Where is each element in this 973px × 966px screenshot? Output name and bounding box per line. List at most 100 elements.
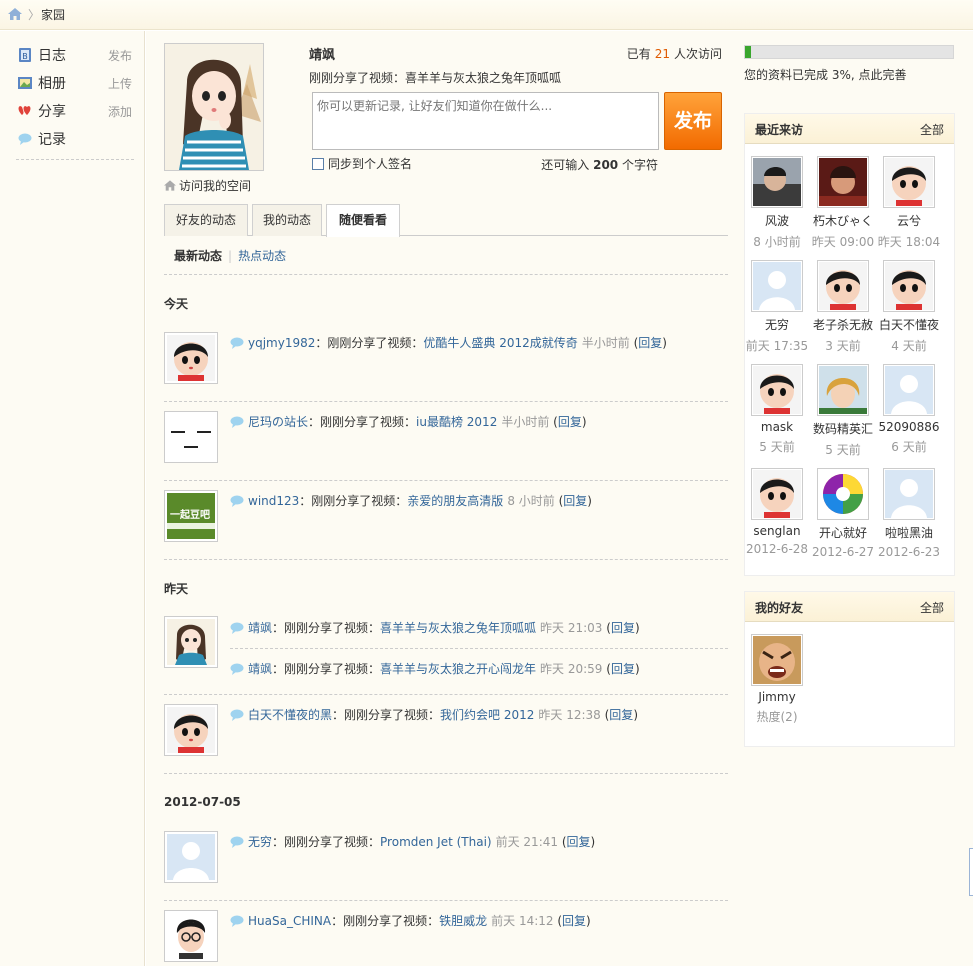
visitor-avatar[interactable] — [883, 364, 935, 416]
visitor-name[interactable]: mask — [745, 420, 809, 434]
visitor-name[interactable]: 老子杀无赦 — [811, 316, 875, 333]
subtab-hot[interactable]: 热点动态 — [238, 249, 286, 263]
visitor-name[interactable]: 云兮 — [877, 212, 941, 229]
feed-avatar[interactable] — [164, 332, 218, 384]
visitor-name[interactable]: 风波 — [745, 212, 809, 229]
friend-avatar[interactable] — [751, 634, 803, 686]
share-add-link[interactable]: 添加 — [108, 103, 132, 120]
feed-user-link[interactable]: HuaSa_CHINA — [248, 914, 331, 928]
visitor-item[interactable]: 云兮 昨天 18:04 — [877, 156, 941, 250]
reply-link[interactable]: 回复 — [563, 494, 587, 508]
feed-user-link[interactable]: 无穷 — [248, 835, 272, 849]
progress-text[interactable]: 您的资料已完成 3%, 点此完善 — [744, 66, 955, 83]
visitor-avatar[interactable] — [883, 260, 935, 312]
sync-signature-checkbox[interactable] — [312, 158, 324, 170]
feed-avatar[interactable] — [164, 910, 218, 962]
feed-avatar[interactable] — [164, 831, 218, 883]
visitor-avatar[interactable] — [817, 156, 869, 208]
view-all-link[interactable]: 全部 — [920, 121, 944, 138]
feed-video-link[interactable]: 铁胆威龙 — [439, 914, 487, 928]
blog-publish-link[interactable]: 发布 — [108, 47, 132, 64]
feed-video-link[interactable]: 优酷牛人盛典 2012成就传奇 — [423, 336, 577, 350]
album-upload-link[interactable]: 上传 — [108, 75, 132, 92]
friend-item[interactable]: Jimmy 热度(2) — [745, 634, 809, 725]
feed-video-link[interactable]: 喜羊羊与灰太狼之兔年顶呱呱 — [380, 621, 536, 635]
visitor-name[interactable]: 数码精英汇 — [811, 420, 875, 437]
profile-completion[interactable]: 您的资料已完成 3%, 点此完善 — [744, 45, 955, 83]
visitor-avatar[interactable] — [817, 364, 869, 416]
feed-user-link[interactable]: 尼玛の站长 — [248, 415, 308, 429]
publish-button[interactable]: 发布 — [664, 92, 722, 150]
visitor-item[interactable]: 白天不懂夜 4 天前 — [877, 260, 941, 354]
feed-user-link[interactable]: 靖飒 — [248, 621, 272, 635]
divider — [164, 559, 728, 560]
reply-link[interactable]: 回复 — [611, 662, 635, 676]
nav-item-share[interactable]: 分享 添加 — [18, 100, 136, 122]
nav-item-blog[interactable]: B 日志 发布 — [18, 44, 136, 66]
visitor-name[interactable]: 无穷 — [745, 316, 809, 333]
feed-video-link[interactable]: iu最酷榜 2012 — [416, 415, 497, 429]
visitor-name[interactable]: 朽木びゃく — [811, 212, 875, 229]
feed-avatar[interactable] — [164, 704, 218, 756]
visitor-item[interactable]: 开心就好 2012-6-27 — [811, 468, 875, 559]
visitor-avatar[interactable] — [751, 156, 803, 208]
feed-avatar[interactable]: 一起豆吧 — [164, 490, 218, 542]
feed-video-link[interactable]: 亲爱的朋友高清版 — [407, 494, 503, 508]
nav-item-album[interactable]: 相册 上传 — [18, 72, 136, 94]
tab-friends-feed[interactable]: 好友的动态 — [164, 204, 248, 236]
visitor-item[interactable]: 无穷 前天 17:35 — [745, 260, 809, 354]
visitor-name[interactable]: 开心就好 — [811, 524, 875, 541]
profile-avatar[interactable] — [164, 43, 264, 171]
feed-video-link[interactable]: 喜羊羊与灰太狼之开心闯龙年 — [380, 662, 536, 676]
visitor-avatar[interactable] — [751, 468, 803, 520]
friend-name[interactable]: Jimmy — [745, 690, 809, 704]
visitor-item[interactable]: 老子杀无赦 3 天前 — [811, 260, 875, 354]
visitor-item[interactable]: senglan 2012-6-28 — [745, 468, 809, 556]
visitor-name[interactable]: 啦啦黑油 — [877, 524, 941, 541]
visitor-item[interactable]: 啦啦黑油 2012-6-23 — [877, 468, 941, 559]
sync-signature-option[interactable]: 同步到个人签名 — [312, 155, 412, 172]
visitor-item[interactable]: 数码精英汇 5 天前 — [811, 364, 875, 458]
feed-avatar[interactable] — [164, 616, 218, 668]
reply-link[interactable]: 回复 — [562, 914, 586, 928]
tab-my-feed[interactable]: 我的动态 — [252, 204, 322, 236]
feed-video-link[interactable]: Promden Jet (Thai) — [380, 835, 492, 849]
visitor-avatar[interactable] — [817, 260, 869, 312]
subtab-latest[interactable]: 最新动态 — [174, 249, 222, 263]
reply-link[interactable]: 回复 — [558, 415, 582, 429]
reply-link[interactable]: 回复 — [567, 835, 591, 849]
tab-browse[interactable]: 随便看看 — [326, 204, 400, 237]
view-all-link[interactable]: 全部 — [920, 599, 944, 616]
visitor-name[interactable]: 52090886 — [877, 420, 941, 434]
side-scroll-tab[interactable] — [969, 848, 973, 896]
feed-user-link[interactable]: wind123 — [248, 494, 299, 508]
visitor-item[interactable]: 朽木びゃく 昨天 09:00 — [811, 156, 875, 250]
feed-avatar[interactable] — [164, 411, 218, 463]
visitor-item[interactable]: mask 5 天前 — [745, 364, 809, 455]
feed-user-link[interactable]: 靖飒 — [248, 662, 272, 676]
status-input[interactable] — [312, 92, 659, 150]
svg-text:B: B — [22, 52, 28, 61]
visitor-name[interactable]: 白天不懂夜 — [877, 316, 941, 333]
reply-link[interactable]: 回复 — [638, 336, 662, 350]
feed-user-link[interactable]: yqjmy1982 — [248, 336, 315, 350]
breadcrumb-current[interactable]: 家园 — [41, 6, 65, 23]
nav-item-record[interactable]: 记录 — [18, 128, 136, 150]
feed-video-link[interactable]: 我们约会吧 2012 — [440, 708, 534, 722]
home-icon[interactable] — [8, 8, 22, 20]
color-wheel-avatar — [819, 470, 867, 518]
visitor-avatar[interactable] — [751, 364, 803, 416]
feed-tabs: 好友的动态 我的动态 随便看看 — [164, 204, 728, 237]
visitor-avatar[interactable] — [883, 468, 935, 520]
reply-link[interactable]: 回复 — [611, 621, 635, 635]
visitor-name[interactable]: senglan — [745, 524, 809, 538]
visitor-avatar[interactable] — [883, 156, 935, 208]
visitor-avatar[interactable] — [817, 468, 869, 520]
visitor-item[interactable]: 风波 8 小时前 — [745, 156, 809, 250]
visit-space-link[interactable]: 访问我的空间 — [164, 177, 251, 194]
visitor-item[interactable]: 52090886 6 天前 — [877, 364, 941, 455]
visitor-avatar[interactable] — [751, 260, 803, 312]
reply-link[interactable]: 回复 — [609, 708, 633, 722]
feed-user-link[interactable]: 白天不懂夜的黑 — [248, 708, 332, 722]
profile-username[interactable]: 靖飒 — [309, 44, 335, 63]
